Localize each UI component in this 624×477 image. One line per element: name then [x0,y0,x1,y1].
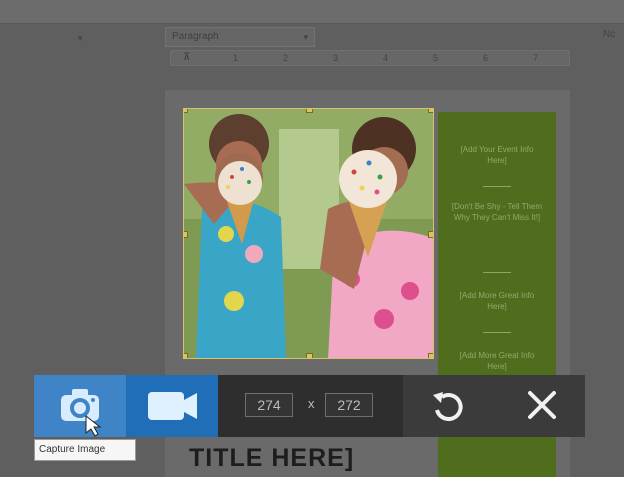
capture-size-control: 274 x 272 [218,375,403,437]
page-title: TITLE HERE] [189,444,355,472]
tooltip: Capture Image [34,439,136,461]
reset-button[interactable] [410,375,484,437]
height-input[interactable]: 272 [325,393,373,417]
panel-divider [483,272,511,273]
video-camera-icon [148,392,197,420]
width-input[interactable]: 274 [245,393,293,417]
camera-icon [61,389,102,437]
chevron-down-icon: ▾ [303,32,308,42]
ruler-tick: 3 [333,53,339,63]
reset-icon [433,392,463,421]
resize-handle[interactable] [428,109,433,113]
ruler-tick: 4 [383,53,389,63]
resize-handle[interactable] [428,231,433,238]
panel-divider [483,186,511,187]
resize-handle[interactable] [184,353,188,358]
close-button[interactable] [505,375,579,437]
photo-image [184,109,433,358]
side-label: Nc [603,29,616,40]
style-dropdown-value: Paragraph [172,31,219,42]
toolbar-strip [0,0,624,24]
resize-handle[interactable] [306,109,313,113]
resize-handle[interactable] [184,109,188,113]
chevron-down-icon: ▾ [78,33,83,43]
ruler-tick: 7 [533,53,539,63]
resize-handle[interactable] [306,353,313,358]
ruler-tick: 1 [233,53,239,63]
resize-handle[interactable] [428,353,433,358]
record-video-button[interactable] [126,375,218,437]
ruler-tick: 2 [283,53,289,63]
indent-marker-icon[interactable]: ⊼ [183,52,193,64]
panel-divider [483,332,511,333]
ruler[interactable]: ⊼ 1 2 3 4 5 6 7 [170,50,570,66]
photo-ice-cream-kids[interactable] [183,108,434,359]
panel-text-more-info: [Add More Great Info Here] [459,291,535,311]
close-icon [528,391,556,419]
ruler-tick: 5 [433,53,439,63]
panel-text-event-info: [Add Your Event Info Here] [460,145,534,165]
panel-text-tagline: [Don't Be Shy - Tell Them Why They Can't… [451,202,543,222]
ruler-tick: 6 [483,53,489,63]
panel-text-more-info: [Add More Great Info Here] [459,351,535,371]
style-dropdown[interactable]: Paragraph ▾ [165,27,315,47]
times-symbol: x [308,396,315,411]
capture-image-button[interactable] [34,375,126,437]
resize-handle[interactable] [184,231,188,238]
